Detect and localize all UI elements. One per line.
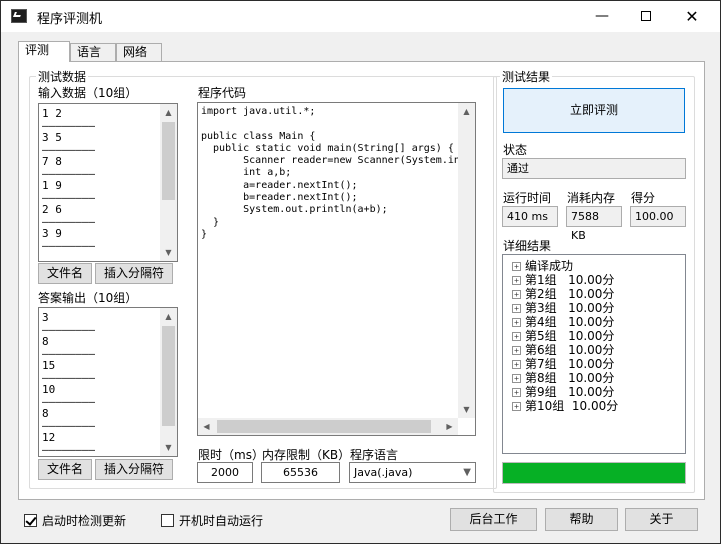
answer-insert-separator-button[interactable]: 插入分隔符	[95, 459, 173, 480]
run-time-value: 410 ms	[502, 206, 558, 227]
auto-run-label: 开机时自动运行	[179, 514, 264, 528]
expand-icon[interactable]: +	[512, 276, 521, 285]
run-judge-button[interactable]: 立即评测	[503, 88, 685, 133]
background-work-button[interactable]: 后台工作	[450, 508, 537, 531]
check-update-checkbox[interactable]: 启动时检测更新	[24, 512, 126, 529]
auto-run-checkbox[interactable]: 开机时自动运行	[161, 512, 263, 529]
expand-icon[interactable]: +	[512, 262, 521, 271]
window-title: 程序评测机	[37, 12, 103, 27]
tab-language[interactable]: 语言	[70, 43, 116, 61]
app-terminal-icon	[11, 9, 27, 23]
language-label: 程序语言	[350, 448, 399, 462]
test-results-group-title: 测试结果	[500, 68, 553, 85]
status-label: 状态	[503, 143, 528, 157]
title-bar: 程序评测机 — ✕	[1, 1, 720, 32]
scroll-down-icon[interactable]: ▼	[160, 244, 177, 261]
maximize-button[interactable]	[623, 1, 669, 32]
checkbox-icon[interactable]	[24, 514, 37, 527]
memory-used-label: 消耗内存	[567, 191, 616, 205]
check-update-label: 启动时检测更新	[42, 514, 127, 528]
scroll-up-icon[interactable]: ▲	[160, 104, 177, 121]
detail-results-label: 详细结果	[503, 239, 552, 253]
scroll-up-icon[interactable]: ▲	[160, 308, 177, 325]
input-data-label: 输入数据（10组）	[38, 86, 138, 100]
input-list-scrollbar[interactable]: ▲ ▼	[160, 104, 177, 261]
expand-icon[interactable]: +	[512, 374, 521, 383]
code-text[interactable]: import java.util.*; public class Main { …	[201, 106, 472, 241]
code-editor[interactable]: import java.util.*; public class Main { …	[197, 102, 476, 436]
chevron-down-icon: ▼	[463, 467, 471, 478]
input-insert-separator-button[interactable]: 插入分隔符	[95, 263, 173, 284]
run-time-label: 运行时间	[503, 191, 552, 205]
scroll-thumb[interactable]	[162, 122, 175, 200]
tree-item[interactable]: + 第10组 10.00分	[512, 397, 618, 414]
expand-icon[interactable]: +	[512, 290, 521, 299]
judge-progress-bar	[502, 462, 686, 484]
status-value: 通过	[502, 158, 686, 179]
list-separator: ————————	[42, 323, 95, 336]
expand-icon[interactable]: +	[512, 388, 521, 397]
about-button[interactable]: 关于	[625, 508, 698, 531]
scroll-left-icon[interactable]: ◀	[198, 418, 215, 435]
memory-used-value: 7588 KB	[566, 206, 622, 242]
scroll-up-icon[interactable]: ▲	[458, 103, 475, 120]
expand-icon[interactable]: +	[512, 346, 521, 355]
language-select-value: Java(.java)	[354, 466, 413, 479]
expand-icon[interactable]: +	[512, 402, 521, 411]
minimize-button[interactable]: —	[579, 1, 625, 32]
progress-fill	[503, 463, 685, 483]
expand-icon[interactable]: +	[512, 332, 521, 341]
code-horizontal-scrollbar[interactable]: ◀ ▶	[198, 418, 458, 435]
code-vertical-scrollbar[interactable]: ▲ ▼	[458, 103, 475, 418]
scroll-right-icon[interactable]: ▶	[441, 418, 458, 435]
score-label: 得分	[631, 191, 656, 205]
language-select[interactable]: Java(.java) ▼	[349, 462, 476, 483]
time-limit-label: 限时（ms）	[198, 448, 264, 462]
score-value: 100.00	[630, 206, 686, 227]
answer-output-list[interactable]: 3 ———————— 8 ———————— 15 ———————— 10 ———…	[38, 307, 178, 457]
answer-filename-button[interactable]: 文件名	[38, 459, 92, 480]
close-button[interactable]: ✕	[669, 1, 715, 32]
expand-icon[interactable]: +	[512, 360, 521, 369]
expand-icon[interactable]: +	[512, 304, 521, 313]
memory-limit-label: 内存限制（KB）	[262, 448, 351, 462]
list-separator: ————————	[42, 239, 95, 252]
time-limit-input[interactable]: 2000	[197, 462, 253, 483]
checkbox-icon[interactable]	[161, 514, 174, 527]
answer-output-label: 答案输出（10组）	[38, 291, 138, 305]
answer-list-scrollbar[interactable]: ▲ ▼	[160, 308, 177, 456]
memory-limit-input[interactable]: 65536	[261, 462, 340, 483]
tab-network[interactable]: 网络	[116, 43, 162, 61]
list-separator: ————————	[42, 443, 95, 456]
detail-results-tree[interactable]: + 编译成功 + 第1组 10.00分 + 第2组 10.00分 + 第3组 10.00…	[502, 254, 686, 454]
expand-icon[interactable]: +	[512, 318, 521, 327]
scroll-down-icon[interactable]: ▼	[160, 439, 177, 456]
maximize-icon	[641, 11, 651, 21]
scroll-down-icon[interactable]: ▼	[458, 401, 475, 418]
app-window: 程序评测机 — ✕ 评测 语言 网络 测试数据 输入数据（10组） 1 2 ——…	[0, 0, 721, 544]
help-button[interactable]: 帮助	[545, 508, 618, 531]
test-data-group-title: 测试数据	[36, 68, 89, 85]
scroll-thumb[interactable]	[217, 420, 431, 433]
scroll-thumb[interactable]	[162, 326, 175, 426]
list-separator: ————————	[42, 395, 95, 408]
input-filename-button[interactable]: 文件名	[38, 263, 92, 284]
input-data-list[interactable]: 1 2 ———————— 3 5 ———————— 7 8 ———————— 1…	[38, 103, 178, 262]
tab-judge[interactable]: 评测	[18, 41, 70, 62]
judge-tab-panel: 测试数据 输入数据（10组） 1 2 ———————— 3 5 ————————…	[18, 61, 705, 500]
code-label: 程序代码	[198, 86, 247, 100]
